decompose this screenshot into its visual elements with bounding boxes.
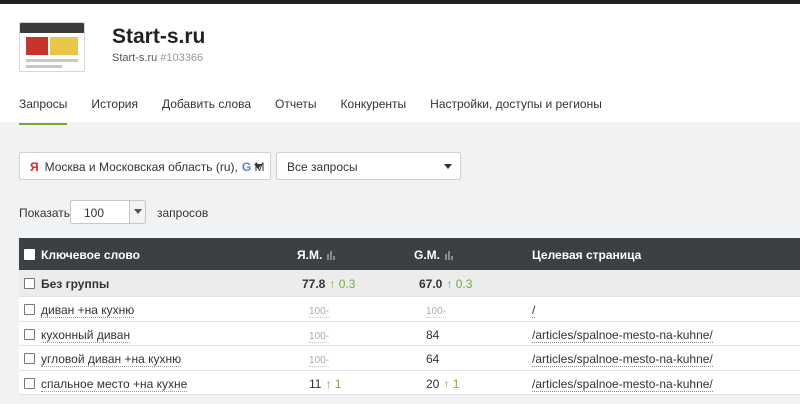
g-position[interactable]: 84 (426, 328, 439, 342)
select-all-checkbox[interactable] (24, 249, 35, 260)
trend-up-icon: ↑ 0.3 (446, 277, 473, 291)
ya-position[interactable]: 100- (309, 355, 330, 367)
chevron-down-icon[interactable] (129, 201, 145, 223)
col-keyword[interactable]: Ключевое слово (41, 248, 140, 262)
tab-add-words[interactable]: Добавить слова (162, 97, 251, 125)
row-checkbox[interactable] (24, 377, 35, 389)
group-g-value: 67.0 (419, 277, 443, 291)
ya-position[interactable]: 100- (309, 330, 330, 343)
region-text: Москва и Московская область (ru), (44, 160, 238, 174)
google-icon: G (241, 160, 252, 174)
project-header: Start-s.ru Start-s.ru #103366 Запросы Ис… (0, 4, 800, 125)
tab-reports[interactable]: Отчеты (275, 97, 316, 125)
target-page-link[interactable]: /articles/spalnoe-mesto-na-kuhne/ (532, 376, 713, 392)
chevron-down-icon (444, 164, 452, 169)
col-yandex[interactable]: Я.М. (297, 248, 336, 263)
site-domain: Start-s.ru (112, 52, 158, 64)
table-header: Ключевое слово Я.М. G.M. Целевая страниц… (19, 238, 800, 270)
keyword-text[interactable]: кухонный диван (41, 327, 131, 343)
queries-filter-select[interactable]: Все запросы (276, 152, 461, 180)
region-select[interactable]: Я Москва и Московская область (ru), G M (19, 152, 271, 180)
per-page-select[interactable]: 100 (70, 200, 146, 224)
group-g-avg: 67.0 ↑ 0.3 (419, 277, 472, 291)
g-position[interactable]: 100- (426, 306, 447, 318)
group-ya-avg: 77.8 ↑ 0.3 (302, 277, 355, 291)
group-checkbox[interactable] (24, 278, 35, 289)
row-checkbox[interactable] (24, 304, 35, 315)
tab-history[interactable]: История (91, 97, 138, 125)
target-page-link[interactable]: / (532, 303, 536, 318)
group-name: Без группы (41, 277, 110, 291)
ya-position[interactable]: 100- (309, 306, 330, 318)
tab-competitors[interactable]: Конкуренты (341, 97, 407, 125)
col-google-label: G.M. (414, 248, 440, 262)
g-position[interactable]: 20 (426, 377, 439, 391)
keyword-text[interactable]: угловой диван +на кухню (41, 352, 182, 367)
pager-label: Показать (19, 206, 71, 220)
yandex-icon: Я (30, 160, 39, 174)
pager-suffix: запросов (157, 206, 209, 220)
site-subtitle: Start-s.ru #103366 (112, 52, 203, 64)
tab-settings[interactable]: Настройки, доступы и регионы (430, 97, 602, 125)
keyword-text[interactable]: диван +на кухню (41, 303, 135, 318)
bar-chart-icon[interactable] (327, 249, 336, 263)
ya-position[interactable]: 11 (309, 377, 321, 391)
group-row[interactable]: Без группы 77.8 ↑ 0.3 67.0 ↑ 0.3 (19, 270, 800, 297)
row-checkbox[interactable] (24, 328, 35, 340)
target-page-link[interactable]: /articles/spalnoe-mesto-na-kuhne/ (532, 352, 713, 367)
col-google[interactable]: G.M. (414, 248, 454, 263)
site-title: Start-s.ru (112, 25, 206, 48)
trend-up-icon: ↑ 1 (325, 376, 342, 391)
keywords-table: Ключевое слово Я.М. G.M. Целевая страниц… (19, 238, 800, 395)
trend-up-icon: ↑ 0.3 (329, 277, 356, 291)
col-target-page[interactable]: Целевая страница (532, 248, 641, 262)
table-row[interactable]: угловой диван +на кухню 100- 64 /article… (19, 346, 800, 371)
table-row[interactable]: кухонный диван 100- 84 /articles/spalnoe… (19, 321, 800, 346)
bar-chart-icon[interactable] (445, 249, 454, 263)
target-page-link[interactable]: /articles/spalnoe-mesto-na-kuhne/ (532, 327, 713, 343)
keyword-text[interactable]: спальное место +на кухне (41, 376, 188, 392)
col-yandex-label: Я.М. (297, 248, 323, 262)
tab-bar: Запросы История Добавить слова Отчеты Ко… (19, 97, 626, 125)
site-thumbnail[interactable] (19, 22, 85, 72)
row-checkbox[interactable] (24, 353, 35, 364)
trend-up-icon: ↑ 1 (443, 376, 460, 391)
group-ya-value: 77.8 (302, 277, 326, 291)
table-row[interactable]: спальное место +на кухне 11 ↑ 1 20 ↑ 1 /ar… (19, 370, 800, 395)
per-page-value: 100 (84, 206, 105, 220)
queries-filter-text: Все запросы (287, 160, 358, 174)
chevron-down-icon (254, 164, 262, 169)
table-row[interactable]: диван +на кухню 100- 100- / (19, 297, 800, 322)
tab-queries[interactable]: Запросы (19, 97, 68, 125)
g-position[interactable]: 64 (426, 352, 439, 366)
site-id: #103366 (160, 52, 204, 64)
